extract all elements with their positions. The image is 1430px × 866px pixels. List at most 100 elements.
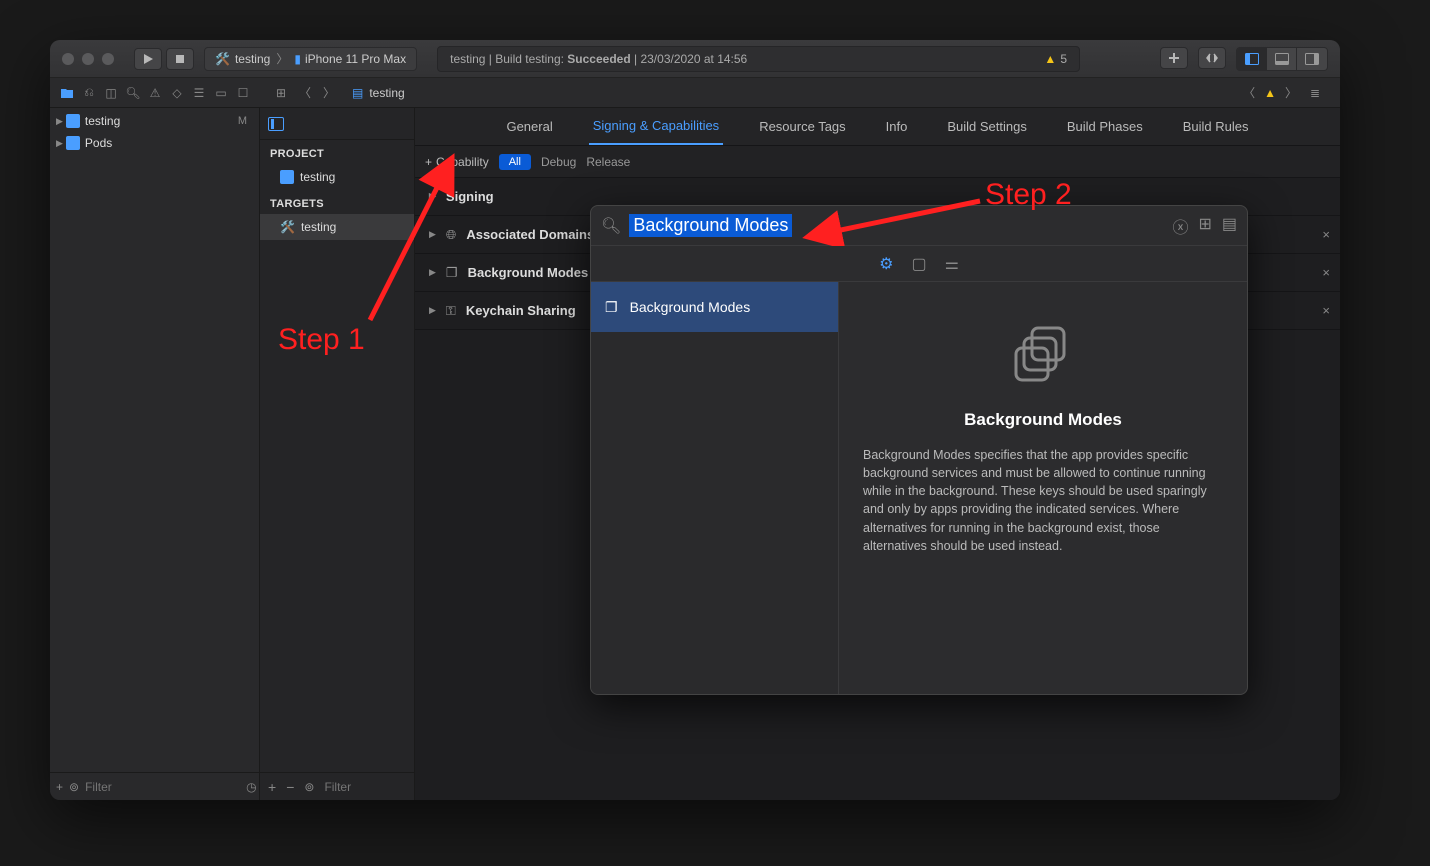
project-navigator: ▶ testing M ▶ Pods + ⊚ ◷ ⊡ <box>50 108 260 800</box>
project-navigator-icon[interactable] <box>58 84 76 102</box>
tab-build-phases[interactable]: Build Phases <box>1063 109 1147 144</box>
warning-icon: ▲ <box>1264 86 1276 100</box>
capability-label: Background Modes <box>468 265 589 280</box>
navigator-item-testing[interactable]: ▶ testing M <box>50 110 259 132</box>
run-button[interactable] <box>134 48 162 70</box>
find-navigator-icon[interactable]: 🔍︎ <box>124 84 142 102</box>
popover-category-bar: ⚙︎ ▢ ⚌ <box>591 246 1247 282</box>
back-button[interactable]: 〈 <box>296 84 314 102</box>
symbol-navigator-icon[interactable]: ◫ <box>102 84 120 102</box>
popover-detail-body: Background Modes specifies that the app … <box>863 446 1223 555</box>
scheme-device: iPhone 11 Pro Max <box>305 52 406 66</box>
config-debug[interactable]: Debug <box>541 155 576 169</box>
disclosure-triangle-icon[interactable]: ▶ <box>429 267 436 278</box>
scheme-target: testing <box>235 52 270 66</box>
plus-icon: + <box>425 155 432 169</box>
tab-general[interactable]: General <box>502 109 556 144</box>
editor-options-icon[interactable]: ≣ <box>1306 84 1324 102</box>
scheme-selector[interactable]: 🛠️ testing 〉 ▮ iPhone 11 Pro Max <box>204 47 417 71</box>
capability-label: Keychain Sharing <box>466 303 576 318</box>
targets-panel-toggle[interactable] <box>260 108 414 140</box>
grid-view-icon[interactable]: ⊞ <box>1198 214 1211 238</box>
disclosure-triangle-icon[interactable]: ▶ <box>56 138 63 149</box>
test-navigator-icon[interactable]: ◇ <box>168 84 186 102</box>
next-issue-icon[interactable]: 〉 <box>1282 84 1300 102</box>
close-window[interactable] <box>62 53 74 65</box>
jump-bar[interactable]: ▤ testing <box>344 86 1224 100</box>
popover-detail: Background Modes Background Modes specif… <box>839 282 1247 694</box>
issues-indicator[interactable]: ▲ 5 <box>1044 52 1067 66</box>
toggle-left-panel[interactable] <box>1237 48 1267 70</box>
toggle-bottom-panel[interactable] <box>1267 48 1297 70</box>
popover-search-input[interactable]: Background Modes <box>629 214 792 237</box>
stack-icon: ❐ <box>446 265 458 281</box>
navigator-filter: + ⊚ ◷ ⊡ <box>50 772 259 800</box>
tab-info[interactable]: Info <box>882 109 912 144</box>
window-controls <box>62 53 114 65</box>
remove-capability-icon[interactable]: × <box>1322 265 1330 280</box>
remove-target-icon[interactable]: − <box>286 779 294 795</box>
status-text: testing | Build testing: Succeeded | 23/… <box>450 52 747 66</box>
app-icon: 🛠️ <box>215 52 230 66</box>
targets-panel: PROJECT testing TARGETS 🛠️ testing + − ⊚ <box>260 108 415 800</box>
disclosure-triangle-icon[interactable]: ▶ <box>429 191 436 202</box>
clock-icon[interactable]: ◷ <box>246 780 256 794</box>
project-row-label: testing <box>300 170 335 184</box>
toggle-right-panel[interactable] <box>1297 48 1327 70</box>
app-icon: 🛠️ <box>280 220 295 234</box>
issue-navigator-icon[interactable]: ⚠︎ <box>146 84 164 102</box>
project-section-header: PROJECT <box>260 140 414 164</box>
prev-issue-icon[interactable]: 〈 <box>1240 84 1258 102</box>
config-release[interactable]: Release <box>586 155 630 169</box>
target-row[interactable]: 🛠️ testing <box>260 214 414 240</box>
disclosure-triangle-icon[interactable]: ▶ <box>429 229 436 240</box>
navigator-filter-input[interactable] <box>85 780 240 794</box>
globe-icon: 🌐︎ <box>446 227 456 243</box>
breakpoint-navigator-icon[interactable]: ▭ <box>212 84 230 102</box>
warning-count: 5 <box>1060 52 1067 66</box>
filter-scope-icon[interactable]: ⊚ <box>304 780 314 794</box>
remove-capability-icon[interactable]: × <box>1322 227 1330 242</box>
tab-signing-capabilities[interactable]: Signing & Capabilities <box>589 108 723 145</box>
tab-build-rules[interactable]: Build Rules <box>1179 109 1253 144</box>
tab-build-settings[interactable]: Build Settings <box>943 109 1031 144</box>
gear-icon[interactable]: ⚙︎ <box>879 254 893 274</box>
popover-result-label: Background Modes <box>630 299 751 315</box>
report-navigator-icon[interactable]: ☐ <box>234 84 252 102</box>
add-target-icon[interactable]: + <box>268 779 276 795</box>
rect-icon[interactable]: ▢ <box>911 254 926 274</box>
warning-icon: ▲ <box>1044 52 1056 66</box>
stack-large-icon <box>1008 320 1078 390</box>
popover-result-background-modes[interactable]: ❐ Background Modes <box>591 282 838 332</box>
activity-status[interactable]: testing | Build testing: Succeeded | 23/… <box>437 46 1080 72</box>
capability-label: Associated Domains <box>466 227 594 242</box>
clear-search-icon[interactable]: ⓧ <box>1172 214 1188 238</box>
minimize-window[interactable] <box>82 53 94 65</box>
forward-button[interactable]: 〉 <box>320 84 338 102</box>
source-control-navigator-icon[interactable]: ⎌ <box>80 84 98 102</box>
targets-footer: + − ⊚ <box>260 772 414 800</box>
disclosure-triangle-icon[interactable]: ▶ <box>429 305 436 316</box>
remove-capability-icon[interactable]: × <box>1322 303 1330 318</box>
project-row[interactable]: testing <box>260 164 414 190</box>
list-view-icon[interactable]: ▤ <box>1222 214 1237 238</box>
xcodeproj-icon <box>66 114 80 128</box>
filter-scope-icon[interactable]: ⊚ <box>69 780 79 794</box>
navigator-item-pods[interactable]: ▶ Pods <box>50 132 259 154</box>
add-capability-button[interactable]: + Capability <box>425 155 489 169</box>
debug-navigator-icon[interactable]: ☰ <box>190 84 208 102</box>
popover-search-bar: 🔍︎ Background Modes ⓧ ⊞ ▤ <box>591 206 1247 246</box>
tab-resource-tags[interactable]: Resource Tags <box>755 109 849 144</box>
zoom-window[interactable] <box>102 53 114 65</box>
disclosure-triangle-icon[interactable]: ▶ <box>56 116 63 127</box>
config-all[interactable]: All <box>499 154 531 170</box>
stop-button[interactable] <box>166 48 194 70</box>
sliders-icon[interactable]: ⚌ <box>945 254 959 274</box>
add-icon[interactable]: + <box>56 780 63 794</box>
project-file-icon: ▤ <box>352 86 363 100</box>
editor-tabs: General Signing & Capabilities Resource … <box>415 108 1340 146</box>
stack-icon: ❐ <box>605 299 618 316</box>
library-add-button[interactable] <box>1160 47 1188 69</box>
related-items-icon[interactable]: ⊞ <box>272 84 290 102</box>
code-review-button[interactable] <box>1198 47 1226 69</box>
